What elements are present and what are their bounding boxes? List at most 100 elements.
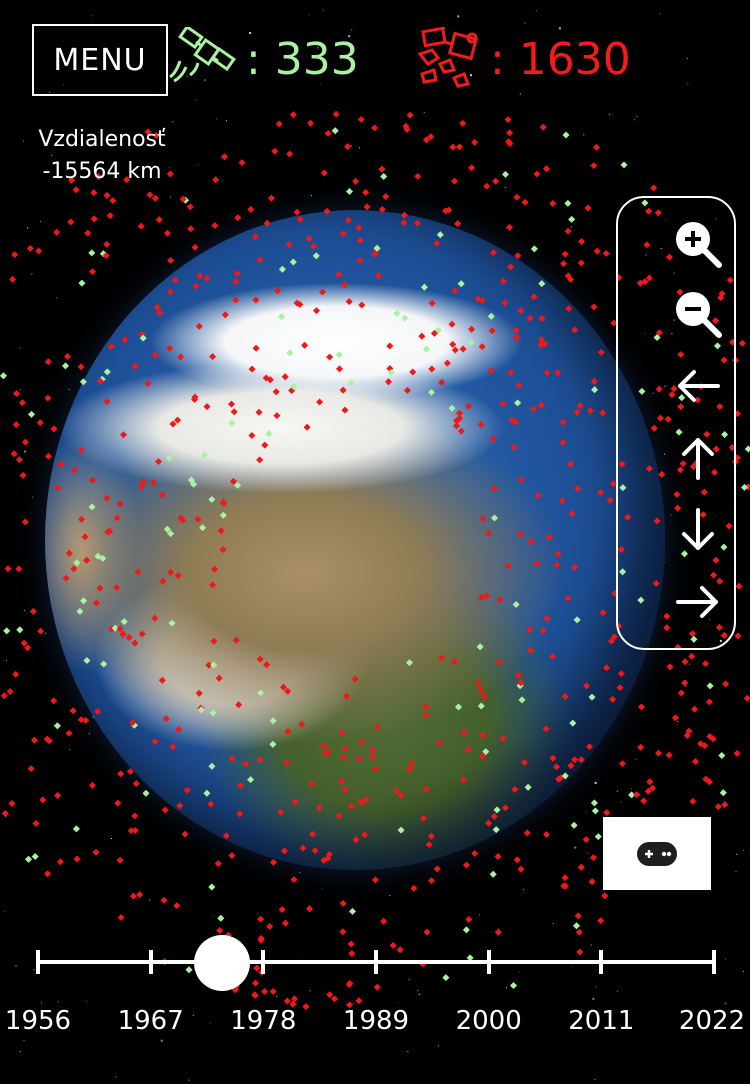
satellite-dot	[79, 378, 87, 386]
debris-dot	[559, 418, 567, 426]
timeline-tick	[712, 950, 716, 974]
debris-dot	[574, 485, 582, 493]
debris-dot	[171, 276, 179, 284]
debris-dot	[323, 207, 331, 215]
debris-dot	[77, 446, 85, 454]
debris-dot	[371, 876, 379, 884]
debris-dot	[301, 341, 309, 349]
debris-dot	[495, 658, 503, 666]
debris-dot	[283, 759, 291, 767]
debris-dot	[571, 756, 579, 764]
debris-dot	[468, 325, 476, 333]
satellite-dot	[168, 619, 176, 627]
gamepad-button[interactable]	[603, 817, 711, 890]
satellite-dot	[31, 852, 39, 861]
debris-dot	[496, 596, 504, 604]
debris-dot	[96, 584, 104, 592]
debris-dot	[589, 854, 598, 862]
debris-dot	[131, 812, 139, 820]
menu-button[interactable]: MENU	[32, 24, 168, 96]
debris-dot	[12, 670, 20, 678]
debris-dot	[44, 452, 53, 460]
satellite-dot	[436, 231, 444, 239]
arrow-down-icon	[682, 508, 714, 550]
debris-dot	[560, 260, 568, 268]
debris-dot	[559, 439, 567, 447]
debris-dot	[564, 594, 572, 602]
satellite-dot	[257, 689, 265, 697]
debris-dot	[56, 858, 64, 866]
debris-dot	[303, 423, 311, 431]
debris-dot	[126, 767, 134, 776]
debris-dot	[428, 299, 436, 307]
year-timeline-slider[interactable]: 1956 1967 1978 1989 2000 2011 2022	[0, 930, 750, 1050]
satellite-dot	[427, 388, 435, 396]
debris-dot	[232, 296, 240, 304]
debris-dot	[743, 694, 750, 702]
debris-dot	[465, 915, 473, 923]
satellite-dot	[208, 495, 216, 504]
timeline-tick	[36, 950, 40, 974]
debris-dot	[138, 630, 146, 638]
debris-dot	[468, 164, 476, 172]
satellite-dot	[200, 451, 208, 459]
debris-dot	[356, 236, 364, 244]
debris-dot	[617, 670, 625, 678]
arrow-up-icon	[682, 438, 714, 480]
debris-dot	[252, 296, 260, 304]
debris-dot	[238, 159, 246, 167]
debris-dot	[633, 790, 641, 799]
satellite-dot	[331, 127, 339, 135]
debris-dot	[77, 363, 85, 371]
debris-dot	[233, 269, 241, 278]
debris-dot	[119, 431, 128, 439]
debris-dot	[597, 348, 605, 356]
debris-dot	[545, 533, 553, 541]
debris-dot	[339, 899, 347, 907]
timeline-tick	[486, 950, 491, 974]
zoom-in-button[interactable]	[670, 216, 726, 272]
debris-dot	[165, 344, 174, 352]
debris-dot	[320, 742, 328, 750]
pan-right-button[interactable]	[670, 574, 726, 630]
debris-dot	[308, 780, 316, 788]
debris-dot	[539, 627, 547, 635]
debris-dot	[137, 222, 145, 230]
debris-dot	[117, 913, 125, 922]
debris-dot	[169, 743, 177, 751]
debris-dot	[705, 698, 713, 706]
satellite-dot	[476, 643, 484, 651]
debris-dot	[11, 251, 19, 259]
debris-dot	[174, 416, 182, 424]
debris-dot	[256, 256, 264, 264]
timeline-knob[interactable]	[193, 935, 250, 991]
debris-dot	[136, 891, 144, 899]
debris-dot	[738, 339, 746, 347]
debris-dot	[549, 199, 557, 208]
debris-dot	[490, 484, 498, 493]
debris-dot	[599, 409, 607, 417]
pan-down-button[interactable]	[670, 502, 726, 558]
debris-dot	[191, 243, 199, 251]
debris-dot	[433, 239, 441, 247]
debris-dot	[691, 757, 699, 766]
debris-dot	[0, 692, 8, 700]
pan-left-button[interactable]	[670, 358, 726, 414]
pan-up-button[interactable]	[670, 430, 726, 486]
satellite-dot	[380, 172, 388, 181]
zoom-out-button[interactable]	[670, 286, 726, 342]
satellite-dot	[492, 826, 500, 834]
debris-dot	[151, 351, 159, 359]
satellite-dot	[335, 350, 343, 359]
satellite-dot	[80, 597, 88, 605]
satellite-dot	[88, 249, 96, 257]
debris-dot	[151, 194, 159, 202]
debris-dot	[6, 687, 14, 696]
satellite-dot	[570, 821, 578, 829]
debris-dot	[352, 836, 360, 844]
satellite-dot	[594, 833, 602, 841]
debris-dot	[479, 731, 487, 739]
satellite-dot	[76, 607, 84, 615]
debris-dot	[380, 917, 388, 925]
debris-dot	[248, 365, 256, 373]
